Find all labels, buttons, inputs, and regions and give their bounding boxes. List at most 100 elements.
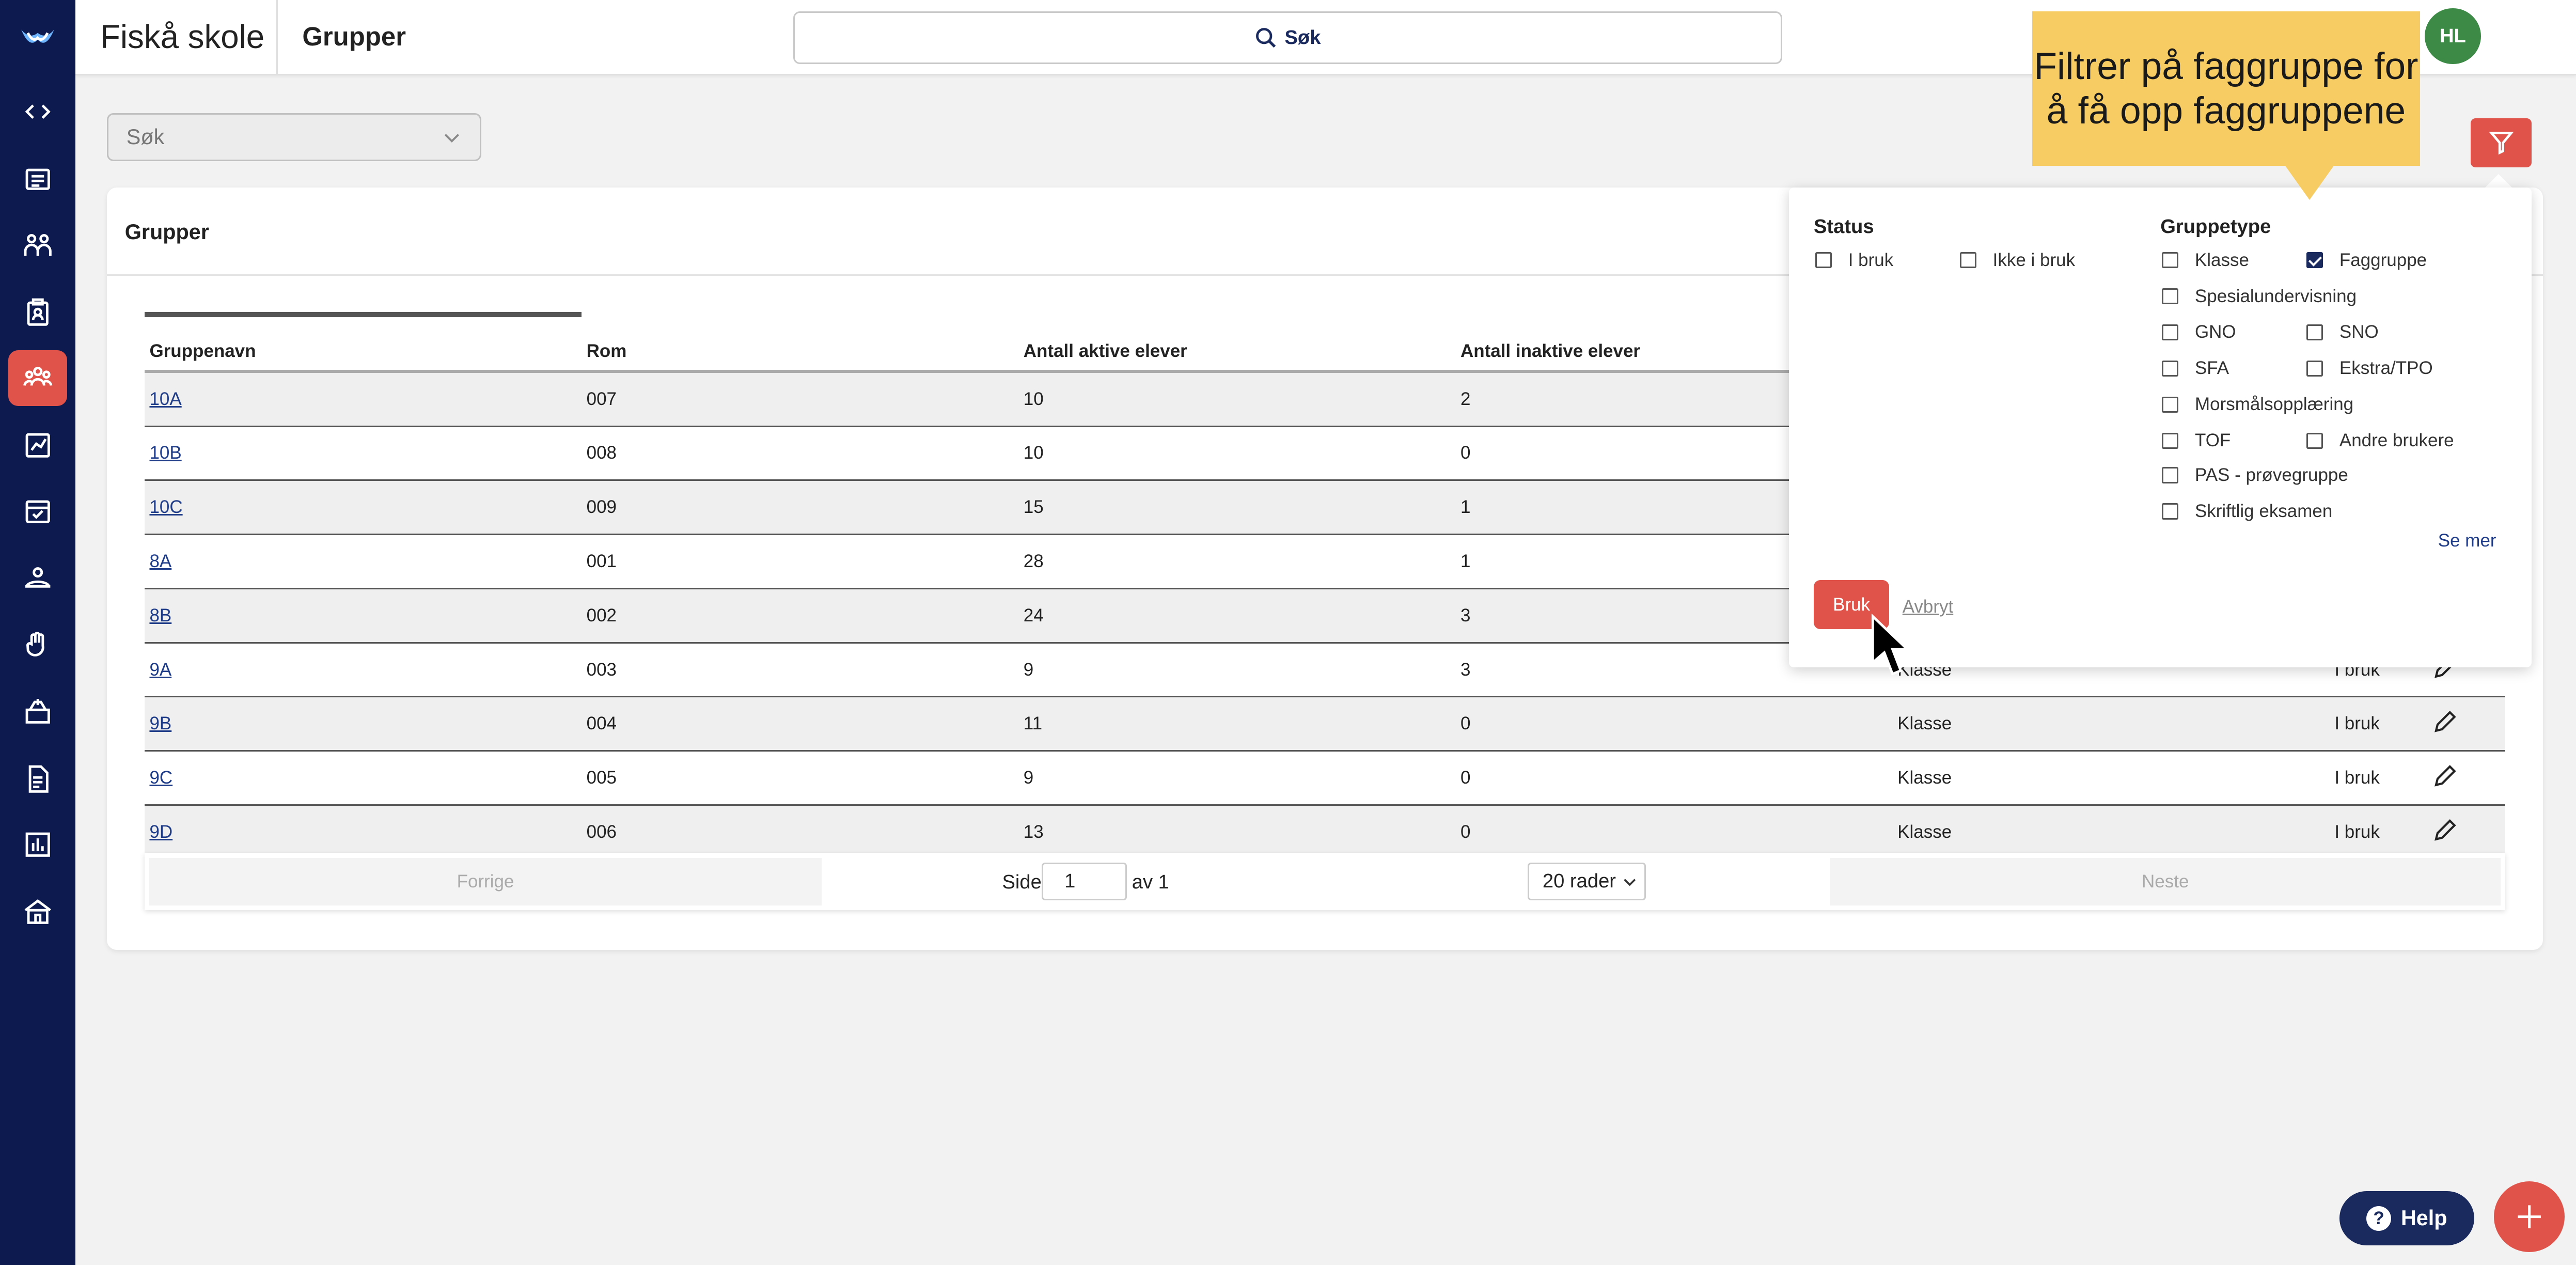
group-search-select[interactable]: Søk (106, 113, 482, 161)
group-link[interactable]: 10B (149, 443, 181, 463)
help-button[interactable]: ? Help (2339, 1191, 2474, 1246)
presentation-icon (25, 567, 51, 588)
checkbox[interactable] (2162, 252, 2179, 269)
edit-icon[interactable] (2433, 763, 2458, 788)
global-search-input[interactable]: Søk (793, 11, 1783, 64)
type-option-sno[interactable]: SNO (2306, 322, 2379, 342)
previous-page-button[interactable]: Forrige (149, 857, 822, 905)
type-option-morsmalsopplaering[interactable]: Morsmålsopplæring (2162, 394, 2353, 415)
room-cell: 008 (582, 426, 1019, 481)
type-cell: Klasse (1892, 751, 2330, 806)
type-option-skriftlig-eksamen[interactable]: Skriftlig eksamen (2162, 501, 2332, 522)
checkbox[interactable] (2306, 324, 2323, 341)
table-row: 9C 005 9 0 Klasse I bruk (144, 751, 2506, 806)
checkbox-label: Skriftlig eksamen (2194, 501, 2333, 522)
checkbox[interactable] (2162, 467, 2179, 484)
type-option-andre-brukere[interactable]: Andre brukere (2306, 430, 2454, 451)
group-link[interactable]: 9B (149, 713, 171, 733)
status-option-in-use[interactable]: I bruk (1815, 250, 1893, 271)
inactive-count-cell: 0 (1455, 805, 1893, 860)
group-link[interactable]: 9C (149, 768, 172, 788)
group-link[interactable]: 10A (149, 389, 181, 409)
group-link[interactable]: 8A (149, 551, 171, 571)
active-count-cell: 10 (1018, 371, 1456, 427)
avatar[interactable]: HL (2425, 8, 2481, 65)
column-header-name[interactable]: Gruppenavn (144, 325, 582, 373)
sidebar-item-calendar[interactable] (8, 483, 68, 539)
room-cell: 001 (582, 534, 1019, 589)
see-more-link[interactable]: Se mer (2438, 530, 2496, 551)
clipboard-icon (27, 298, 49, 326)
sidebar-item-chart-note[interactable] (8, 417, 68, 473)
chevron-down-icon (444, 134, 460, 143)
rows-per-page-select[interactable]: 20 rader (1528, 863, 1646, 901)
status-cell: I bruk (2329, 696, 2428, 752)
type-cell: Klasse (1892, 805, 2330, 860)
type-option-klasse[interactable]: Klasse (2162, 250, 2249, 271)
type-option-ekstra-tpo[interactable]: Ekstra/TPO (2306, 358, 2433, 379)
checkbox[interactable] (1960, 252, 1976, 269)
checkbox-label: Ekstra/TPO (2339, 358, 2433, 379)
column-header-active[interactable]: Antall aktive elever (1018, 325, 1456, 373)
type-option-gno[interactable]: GNO (2162, 322, 2236, 342)
room-cell: 003 (582, 643, 1019, 698)
status-option-not-in-use[interactable]: Ikke i bruk (1960, 250, 2075, 271)
collapse-toggle[interactable] (8, 84, 68, 139)
group-link[interactable]: 9D (149, 822, 172, 842)
sidebar-item-statistics[interactable] (8, 817, 68, 872)
news-icon (25, 168, 50, 190)
filter-popup: Status I bruk Ikke i bruk Gruppetype Kla… (1789, 187, 2532, 667)
calendar-check-icon (25, 500, 50, 523)
next-page-button[interactable]: Neste (1830, 857, 2501, 905)
type-option-sfa[interactable]: SFA (2162, 358, 2229, 379)
room-cell: 005 (582, 751, 1019, 806)
checkbox-label: Ikke i bruk (1992, 249, 2076, 270)
checkbox[interactable] (2162, 324, 2179, 341)
checkbox[interactable] (2162, 432, 2179, 449)
type-option-tof[interactable]: TOF (2162, 430, 2231, 451)
type-option-faggruppe[interactable]: Faggruppe (2306, 250, 2427, 271)
checkbox[interactable] (2306, 360, 2323, 377)
checkbox[interactable] (2162, 396, 2179, 413)
checkbox-checked[interactable] (2306, 252, 2323, 269)
school-name: Fiskå skole (100, 18, 265, 55)
sidebar-item-hand[interactable] (8, 616, 68, 672)
checkbox[interactable] (2162, 360, 2179, 377)
sidebar-item-document[interactable] (8, 751, 68, 807)
edit-icon[interactable] (2433, 709, 2458, 734)
checkbox[interactable] (2162, 288, 2179, 305)
collapse-toggle-icon (25, 104, 51, 119)
sidebar-item-news[interactable] (8, 151, 68, 207)
plus-icon (2518, 1205, 2541, 1228)
sidebar-item-inbox[interactable] (8, 683, 68, 739)
room-cell: 007 (582, 371, 1019, 427)
column-header-room[interactable]: Rom (582, 325, 1019, 373)
sidebar-item-presentation[interactable] (8, 551, 68, 606)
app-logo[interactable] (0, 0, 75, 75)
checkbox-label: Morsmålsopplæring (2194, 394, 2354, 415)
checkbox[interactable] (1815, 252, 1832, 269)
filter-button[interactable] (2471, 118, 2532, 168)
sidebar-item-people[interactable] (8, 217, 68, 273)
active-count-cell: 10 (1018, 426, 1456, 481)
checkbox-label: Klasse (2194, 249, 2249, 270)
page-label: Side (1002, 870, 1042, 893)
bar-chart-icon (25, 832, 50, 857)
table-row: 9B 004 11 0 Klasse I bruk (144, 696, 2506, 752)
type-option-spesialundervisning[interactable]: Spesialundervisning (2162, 286, 2357, 307)
sidebar-item-clipboard[interactable] (8, 284, 68, 340)
group-link[interactable]: 9A (149, 660, 171, 680)
group-link[interactable]: 10C (149, 497, 182, 517)
sidebar-item-groups[interactable] (8, 350, 68, 406)
group-link[interactable]: 8B (149, 605, 171, 626)
type-option-pas[interactable]: PAS - prøvegruppe (2162, 465, 2348, 486)
edit-icon[interactable] (2433, 818, 2458, 842)
page-number-input[interactable]: 1 (1041, 863, 1127, 901)
checkbox[interactable] (2306, 432, 2323, 449)
active-count-cell: 9 (1018, 751, 1456, 806)
type-cell: Klasse (1892, 696, 2330, 752)
checkbox[interactable] (2162, 503, 2179, 520)
add-button[interactable] (2493, 1181, 2565, 1253)
checkbox-label: SNO (2339, 322, 2379, 342)
sidebar-item-school[interactable] (8, 884, 68, 940)
